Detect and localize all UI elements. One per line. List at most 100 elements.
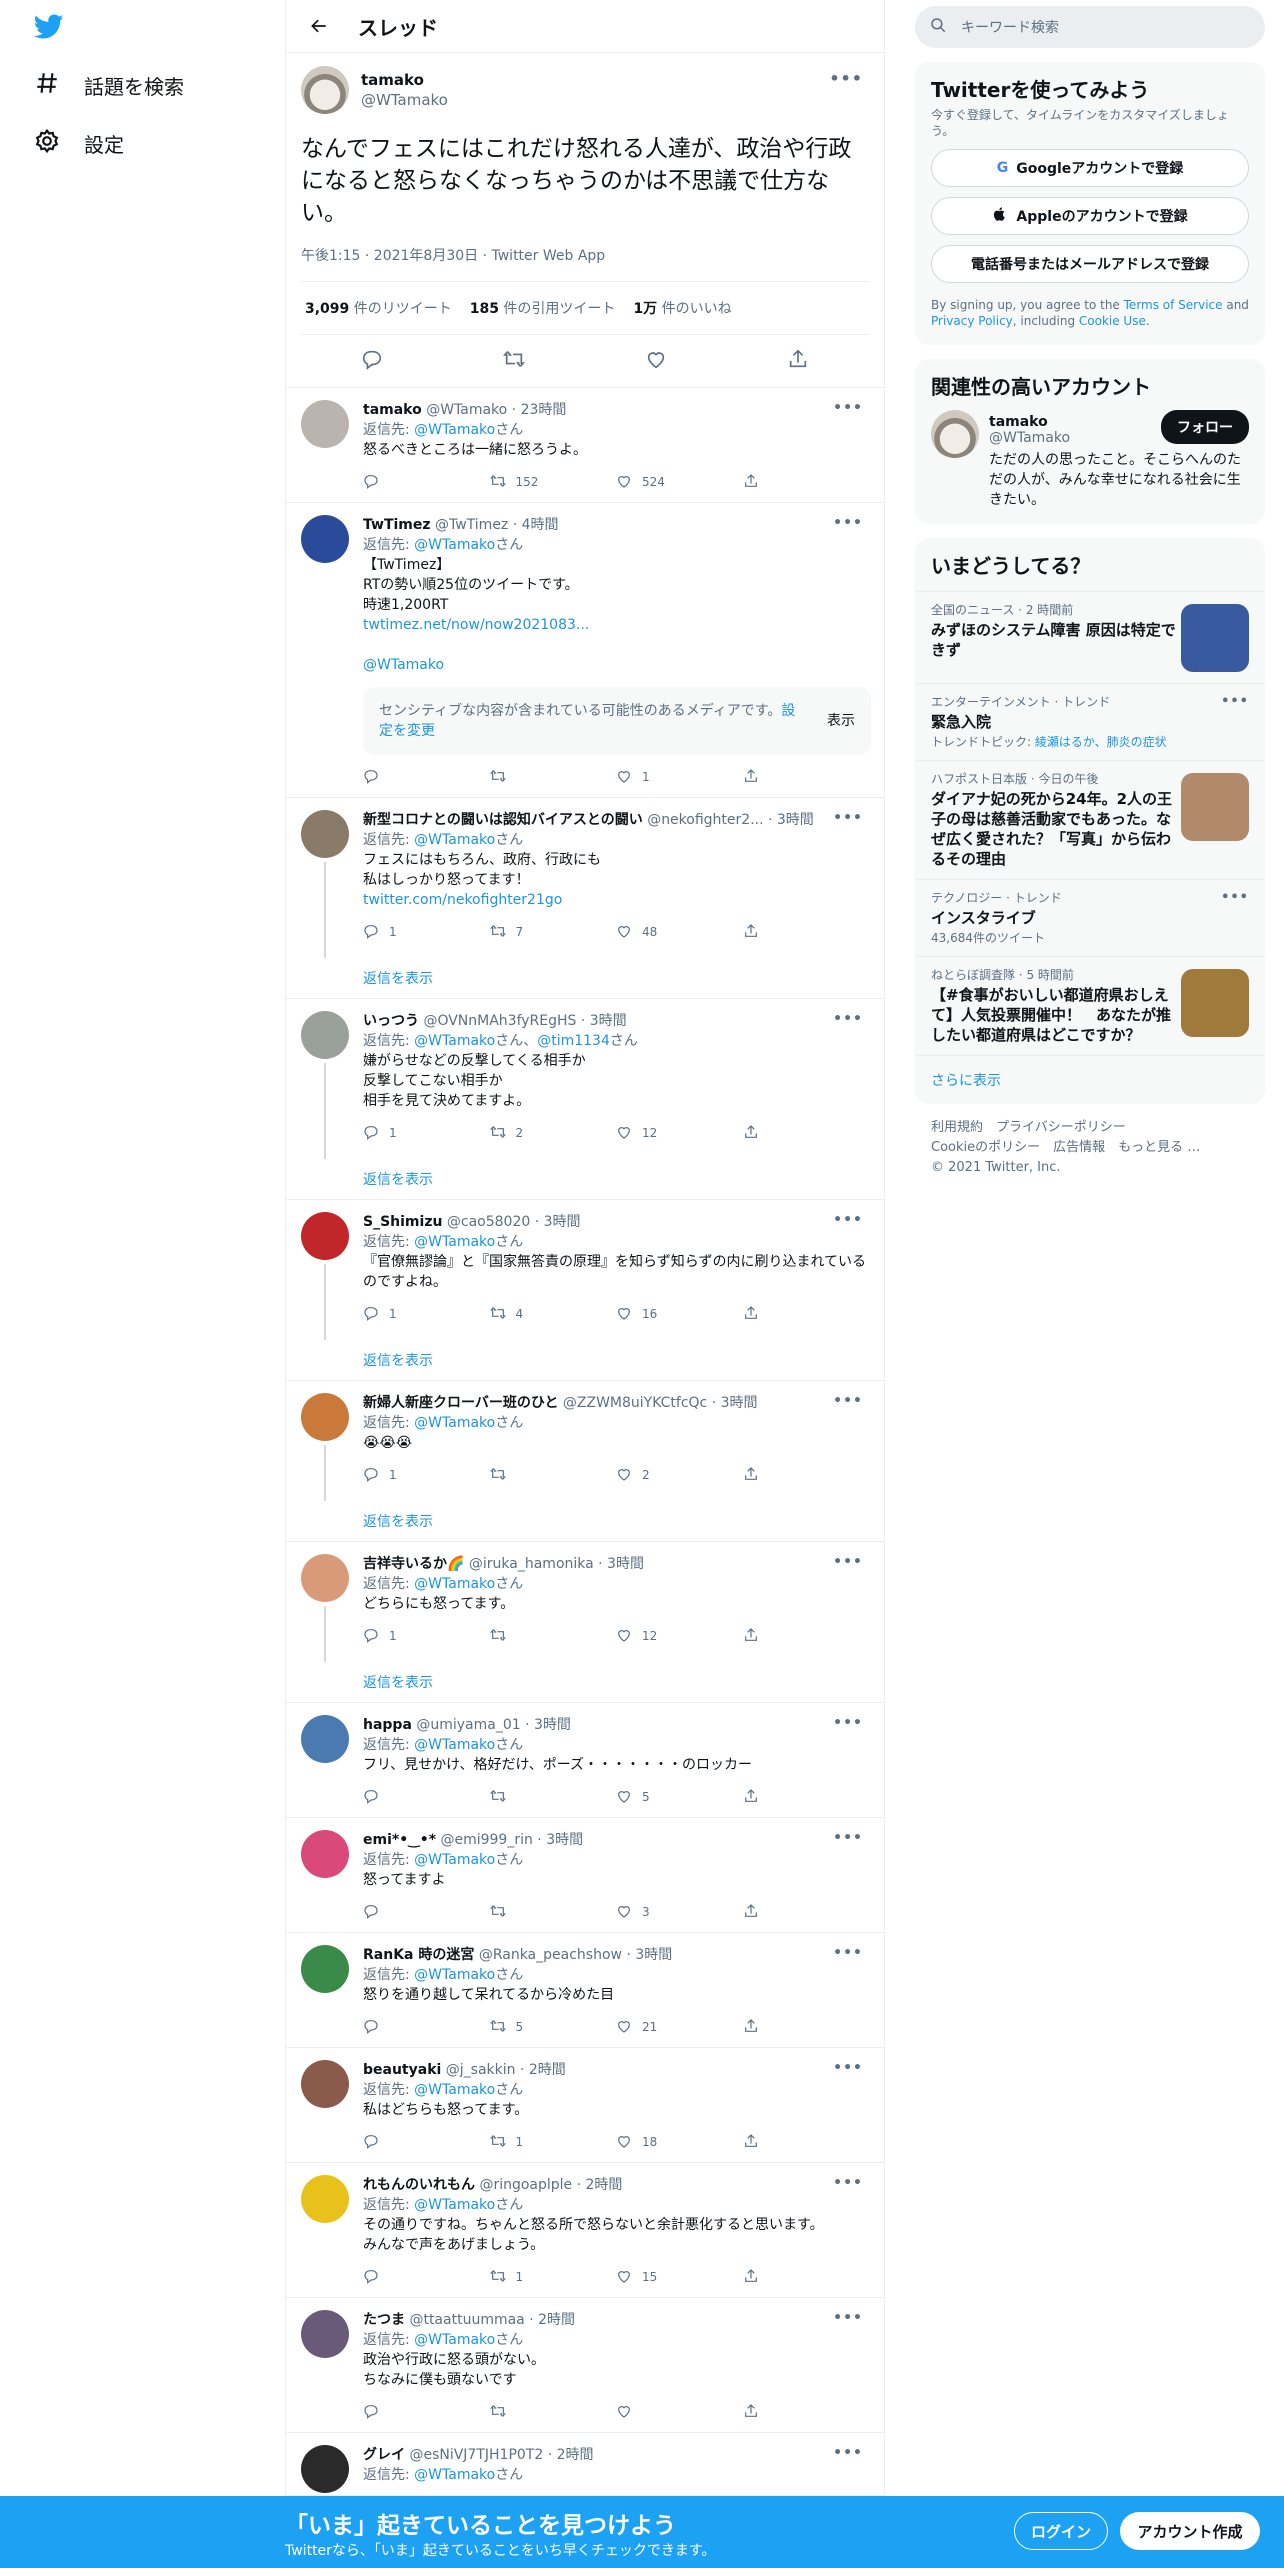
avatar[interactable] xyxy=(301,515,349,563)
reply-header[interactable]: グレイ @esNiVJ7TJH1P0T2 · 2時間 xyxy=(363,2445,869,2465)
reply-to-link[interactable]: @WTamako xyxy=(414,1234,495,1250)
share-button[interactable] xyxy=(743,1466,870,1485)
avatar[interactable] xyxy=(301,1393,349,1441)
like-button[interactable]: 5 xyxy=(616,1788,743,1807)
show-replies-link[interactable]: 返信を表示 xyxy=(363,1169,869,1189)
tweet-timestamp[interactable]: 午後1:15 · 2021年8月30日 · Twitter Web App xyxy=(301,245,869,282)
reply-button[interactable] xyxy=(363,2403,490,2422)
more-options-icon[interactable]: ••• xyxy=(833,1715,863,1731)
avatar[interactable] xyxy=(301,810,349,858)
reply-button[interactable] xyxy=(363,2018,490,2037)
avatar[interactable] xyxy=(301,1554,349,1602)
footer-links-1[interactable]: 利用規約 プライバシーポリシー xyxy=(931,1118,1249,1138)
reply-header[interactable]: 新婦人新座クローバー班のひと @ZZWM8uiYKCtfcQc · 3時間 xyxy=(363,1393,869,1413)
more-options-icon[interactable]: ••• xyxy=(833,1945,863,1961)
reply-tweet[interactable]: beautyaki @j_sakkin · 2時間 ••• 返信先: @WTamak… xyxy=(286,2048,884,2163)
retweet-button[interactable]: 2 xyxy=(489,1124,617,1143)
twitter-logo-icon[interactable] xyxy=(33,14,64,40)
reply-button[interactable]: 1 xyxy=(363,1466,490,1485)
reply-header[interactable]: TwTimez @TwTimez · 4時間 xyxy=(363,515,869,535)
avatar[interactable] xyxy=(301,1945,349,1993)
avatar[interactable] xyxy=(301,400,349,448)
reply-header[interactable]: れもんのいれもん @ringoaplple · 2時間 xyxy=(363,2175,869,2195)
retweet-icon[interactable] xyxy=(503,348,525,374)
like-icon[interactable] xyxy=(645,348,667,374)
retweet-button[interactable]: 152 xyxy=(489,473,617,492)
reply-tweet[interactable]: S_Shimizu @cao58020 · 3時間 ••• 返信先: @WTamak… xyxy=(286,1200,884,1381)
avatar[interactable] xyxy=(301,1830,349,1878)
reply-tweet[interactable]: tamako @WTamako · 23時間 ••• 返信先: @WTamakoさん… xyxy=(286,388,884,503)
more-options-icon[interactable]: ••• xyxy=(833,400,863,416)
cookie-link[interactable]: Cookie Use xyxy=(1079,314,1146,328)
avatar[interactable] xyxy=(301,66,349,114)
avatar[interactable] xyxy=(301,2175,349,2223)
reply-button[interactable] xyxy=(363,1788,490,1807)
privacy-link[interactable]: Privacy Policy xyxy=(931,314,1013,328)
reply-tweet[interactable]: いっつう @OVNnMAh3fyREgHS · 3時間 ••• 返信先: @WTam… xyxy=(286,999,884,1200)
reply-header[interactable]: tamako @WTamako · 23時間 xyxy=(363,400,869,420)
reply-tweet[interactable]: 吉祥寺いるか🌈 @iruka_hamonika · 3時間 ••• 返信先: @WT… xyxy=(286,1542,884,1703)
search-input[interactable]: キーワード検索 xyxy=(915,6,1265,48)
like-count[interactable]: 1万 件のいいね xyxy=(633,298,731,318)
reply-button[interactable]: 1 xyxy=(363,923,490,942)
share-button[interactable] xyxy=(743,473,870,492)
avatar[interactable] xyxy=(301,2060,349,2108)
reply-button[interactable]: 1 xyxy=(363,1627,490,1646)
reply-header[interactable]: 吉祥寺いるか🌈 @iruka_hamonika · 3時間 xyxy=(363,1554,869,1574)
reply-header[interactable]: S_Shimizu @cao58020 · 3時間 xyxy=(363,1212,869,1232)
trend-item[interactable]: ねとらぼ調査隊 · 5 時間前 【#食事がおいしい都道府県おしえて】人気投票開催中… xyxy=(915,956,1265,1055)
reply-to-link[interactable]: @WTamako xyxy=(414,1852,495,1868)
reply-to-link[interactable]: @WTamako xyxy=(414,422,495,438)
reply-header[interactable]: 新型コロナとの闘いは認知バイアスとの闘い @nekofighter2... · … xyxy=(363,810,869,830)
share-button[interactable] xyxy=(743,1627,870,1646)
reply-button[interactable]: 1 xyxy=(363,1124,490,1143)
more-options-icon[interactable]: ••• xyxy=(833,1212,863,1228)
trend-item[interactable]: エンターテインメント · トレンド 緊急入院 トレンドトピック: 綾瀬はるか、肺炎の… xyxy=(915,683,1265,760)
create-account-button[interactable]: アカウント作成 xyxy=(1120,2512,1260,2550)
more-options-icon[interactable]: ••• xyxy=(833,2060,863,2076)
more-options-icon[interactable]: ••• xyxy=(1221,890,1249,905)
trend-item[interactable]: ハフポスト日本版 · 今日の午後 ダイアナ妃の死から24年。2人の王子の母は慈善活… xyxy=(915,760,1265,879)
share-button[interactable] xyxy=(743,923,870,942)
like-button[interactable]: 21 xyxy=(616,2018,743,2037)
reply-to-link[interactable]: @tim1134 xyxy=(537,1033,610,1049)
like-button[interactable] xyxy=(616,2403,743,2422)
avatar[interactable] xyxy=(301,2310,349,2358)
more-options-icon[interactable]: ••• xyxy=(833,810,863,826)
more-options-icon[interactable]: ••• xyxy=(833,1830,863,1846)
more-options-icon[interactable]: ••• xyxy=(829,69,863,88)
retweet-button[interactable]: 1 xyxy=(489,2133,617,2152)
more-options-icon[interactable]: ••• xyxy=(1221,694,1249,709)
reply-button[interactable] xyxy=(363,768,490,787)
reply-to-link[interactable]: @WTamako xyxy=(414,2082,495,2098)
like-button[interactable]: 524 xyxy=(616,473,743,492)
reply-to-link[interactable]: @WTamako xyxy=(414,1576,495,1592)
reply-header[interactable]: happa @umiyama_01 · 3時間 xyxy=(363,1715,869,1735)
show-replies-link[interactable]: 返信を表示 xyxy=(363,1672,869,1692)
trend-topic-link[interactable]: 綾瀬はるか、肺炎の症状 xyxy=(1035,735,1167,749)
reply-link[interactable]: twitter.com/nekofighter21go xyxy=(363,892,562,908)
main-tweet-author[interactable]: tamako @WTamako ••• xyxy=(301,65,869,115)
reply-tweet[interactable]: RanKa 時の迷宮 @Ranka_peachshow · 3時間 ••• 返信先:… xyxy=(286,1933,884,2048)
more-options-icon[interactable]: ••• xyxy=(833,2445,863,2461)
apple-signup-button[interactable]: Appleのアカウントで登録 xyxy=(931,197,1249,235)
show-replies-link[interactable]: 返信を表示 xyxy=(363,968,869,988)
share-button[interactable] xyxy=(743,1903,870,1922)
like-button[interactable]: 1 xyxy=(616,768,743,787)
share-button[interactable] xyxy=(743,1788,870,1807)
like-button[interactable]: 2 xyxy=(616,1466,743,1485)
like-button[interactable]: 15 xyxy=(616,2268,743,2287)
reply-to-link[interactable]: @WTamako xyxy=(414,537,495,553)
more-options-icon[interactable]: ••• xyxy=(833,1393,863,1409)
reply-to-link[interactable]: @WTamako xyxy=(414,1967,495,1983)
retweet-button[interactable] xyxy=(489,1788,617,1807)
login-button[interactable]: ログイン xyxy=(1014,2512,1108,2550)
reply-tweet[interactable]: たつま @ttaattuummaa · 2時間 ••• 返信先: @WTamakoさ… xyxy=(286,2298,884,2433)
like-button[interactable]: 12 xyxy=(616,1627,743,1646)
reply-tweet[interactable]: 新型コロナとの闘いは認知バイアスとの闘い @nekofighter2... · … xyxy=(286,798,884,999)
like-button[interactable]: 48 xyxy=(616,923,743,942)
follow-button[interactable]: フォロー xyxy=(1161,410,1249,444)
retweet-button[interactable] xyxy=(489,2403,617,2422)
reply-tweet[interactable]: TwTimez @TwTimez · 4時間 ••• 返信先: @WTamakoさん… xyxy=(286,503,884,798)
retweet-button[interactable] xyxy=(489,1903,617,1922)
